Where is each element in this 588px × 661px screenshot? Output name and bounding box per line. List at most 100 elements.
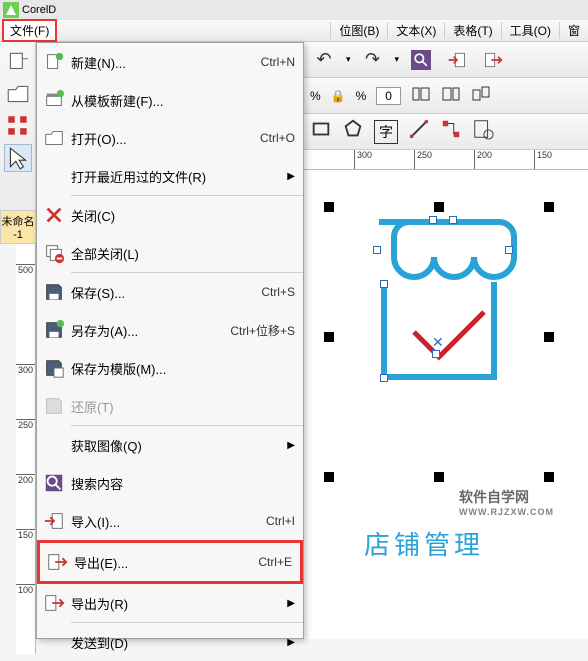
- hruler-tick: 250: [414, 150, 432, 169]
- menu-label: 导出为(R): [71, 594, 281, 613]
- menu-item-save-template[interactable]: 保存为模版(M)...: [37, 349, 303, 387]
- vruler-tick: 100: [16, 584, 35, 595]
- selection-handle[interactable]: [544, 472, 554, 482]
- polygon-tool-icon[interactable]: [342, 118, 364, 145]
- lock-icon[interactable]: 🔒: [331, 89, 346, 103]
- tool-grid[interactable]: [4, 112, 32, 140]
- menu-item-recent[interactable]: 打开最近用过的文件(R) ▶: [37, 157, 303, 195]
- hruler-tick: 200: [474, 150, 492, 169]
- shape-node[interactable]: [449, 216, 457, 224]
- menu-window[interactable]: 窗: [559, 22, 588, 39]
- menu-label: 保存为模版(M)...: [71, 359, 295, 378]
- submenu-arrow-icon: ▶: [287, 637, 295, 648]
- menu-item-export-as[interactable]: 导出为(R)▶: [37, 584, 303, 622]
- menu-item-new[interactable]: 新建(N)...Ctrl+N: [37, 43, 303, 81]
- shop-icon-graphic[interactable]: [359, 212, 529, 412]
- title-bar: CorelD: [0, 0, 588, 20]
- shape-node[interactable]: [373, 246, 381, 254]
- canvas-drawing[interactable]: ✕ 软件自学网 WWW.RJZXW.COM 店铺管理: [314, 182, 564, 602]
- menu-label: 还原(T): [71, 397, 295, 416]
- watermark: 软件自学网 WWW.RJZXW.COM: [459, 487, 554, 517]
- import-button[interactable]: [443, 47, 471, 73]
- menu-shortcut: Ctrl+N: [261, 55, 295, 69]
- undo-button[interactable]: ↶: [310, 47, 338, 73]
- menu-item-export[interactable]: 导出(E)...Ctrl+E: [40, 543, 300, 581]
- rectangle-tool-icon[interactable]: [310, 118, 332, 145]
- shape-node[interactable]: [380, 374, 388, 382]
- menu-bar: 文件(F) 位图(B) 文本(X) 表格(T) 工具(O) 窗: [0, 20, 588, 42]
- menu-table[interactable]: 表格(T): [444, 22, 500, 39]
- vruler-tick: 150: [16, 529, 35, 540]
- tool-pointer[interactable]: [4, 144, 32, 172]
- hruler-tick: 150: [534, 150, 552, 169]
- menu-label: 搜索内容: [71, 474, 295, 493]
- menu-text[interactable]: 文本(X): [387, 22, 444, 39]
- selection-handle[interactable]: [324, 202, 334, 212]
- shape-node[interactable]: [380, 280, 388, 288]
- rotation-input[interactable]: 0: [376, 87, 401, 105]
- menu-item-send-to[interactable]: 发送到(D) ▶: [37, 623, 303, 661]
- horizontal-ruler: 300 250 200 150: [304, 150, 588, 170]
- dimension-tool-icon[interactable]: [408, 118, 430, 145]
- menu-label: 导出(E)...: [74, 553, 258, 572]
- percent-label-1: %: [310, 89, 321, 103]
- align-left-icon[interactable]: [411, 84, 431, 107]
- menu-item-new-template[interactable]: 从模板新建(F)...: [37, 81, 303, 119]
- menu-item-close-all[interactable]: 全部关闭(L): [37, 234, 303, 272]
- search-button[interactable]: [407, 47, 435, 73]
- connector-tool-icon[interactable]: [440, 118, 462, 145]
- menu-item-revert[interactable]: 还原(T): [37, 387, 303, 425]
- tool-new-doc[interactable]: [4, 48, 32, 76]
- menu-item-save-as[interactable]: 另存为(A)...Ctrl+位移+S: [37, 311, 303, 349]
- menu-shortcut: Ctrl+O: [260, 131, 295, 145]
- edit-tool-icon[interactable]: [472, 118, 494, 145]
- left-toolbox: [0, 42, 36, 210]
- selection-handle[interactable]: [324, 472, 334, 482]
- menu-item-search[interactable]: 搜索内容: [37, 464, 303, 502]
- shape-node[interactable]: [429, 216, 437, 224]
- vertical-ruler: 500 300 250 200 150 100: [16, 244, 36, 654]
- text-tool-icon[interactable]: 字: [374, 120, 398, 144]
- watermark-url: WWW.RJZXW.COM: [459, 507, 554, 517]
- selection-handle[interactable]: [434, 472, 444, 482]
- tool-open[interactable]: [4, 80, 32, 108]
- menu-label: 发送到(D): [71, 633, 281, 652]
- menu-shortcut: Ctrl+E: [258, 555, 292, 569]
- menu-label: 另存为(A)...: [71, 321, 230, 340]
- shape-node[interactable]: [432, 350, 440, 358]
- selection-handle[interactable]: [544, 202, 554, 212]
- menu-label: 打开最近用过的文件(R): [71, 167, 281, 186]
- menu-shortcut: Ctrl+S: [261, 285, 295, 299]
- selection-handle[interactable]: [434, 202, 444, 212]
- menu-label: 全部关闭(L): [71, 244, 295, 263]
- group-icon[interactable]: [471, 84, 491, 107]
- menu-item-open[interactable]: 打开(O)...Ctrl+O: [37, 119, 303, 157]
- export-button[interactable]: [479, 47, 507, 73]
- toolbar-standard: ↶ ▾ ↷ ▾: [304, 42, 588, 78]
- menu-item-acquire[interactable]: 获取图像(Q)▶: [37, 426, 303, 464]
- toolbar-property: % 🔒 % 0: [304, 78, 588, 114]
- vruler-tick: 500: [16, 264, 35, 275]
- menu-shortcut: Ctrl+I: [266, 514, 295, 528]
- selection-handle[interactable]: [544, 332, 554, 342]
- shape-node[interactable]: [505, 246, 513, 254]
- menu-item-close[interactable]: 关闭(C): [37, 196, 303, 234]
- menu-item-save[interactable]: 保存(S)...Ctrl+S: [37, 273, 303, 311]
- menu-shortcut: Ctrl+位移+S: [230, 322, 295, 339]
- app-title: CorelD: [22, 4, 56, 16]
- redo-button[interactable]: ↷: [359, 47, 387, 73]
- selection-handle[interactable]: [324, 332, 334, 342]
- submenu-arrow-icon: ▶: [287, 171, 295, 182]
- menu-tools[interactable]: 工具(O): [501, 22, 559, 39]
- menu-label: 从模板新建(F)...: [71, 91, 295, 110]
- menu-file[interactable]: 文件(F): [2, 19, 57, 42]
- toolbar-shapes: 字: [304, 114, 588, 150]
- menu-item-import[interactable]: 导入(I)...Ctrl+I: [37, 502, 303, 540]
- document-tab[interactable]: 未命名 -1: [0, 210, 36, 244]
- vruler-tick: 300: [16, 364, 35, 375]
- canvas-area: ↶ ▾ ↷ ▾ % 🔒 % 0 字 300 250: [304, 42, 588, 639]
- menu-bitmap[interactable]: 位图(B): [330, 22, 387, 39]
- shop-caption: 店铺管理: [364, 525, 484, 562]
- watermark-title: 软件自学网: [459, 489, 529, 505]
- align-right-icon[interactable]: [441, 84, 461, 107]
